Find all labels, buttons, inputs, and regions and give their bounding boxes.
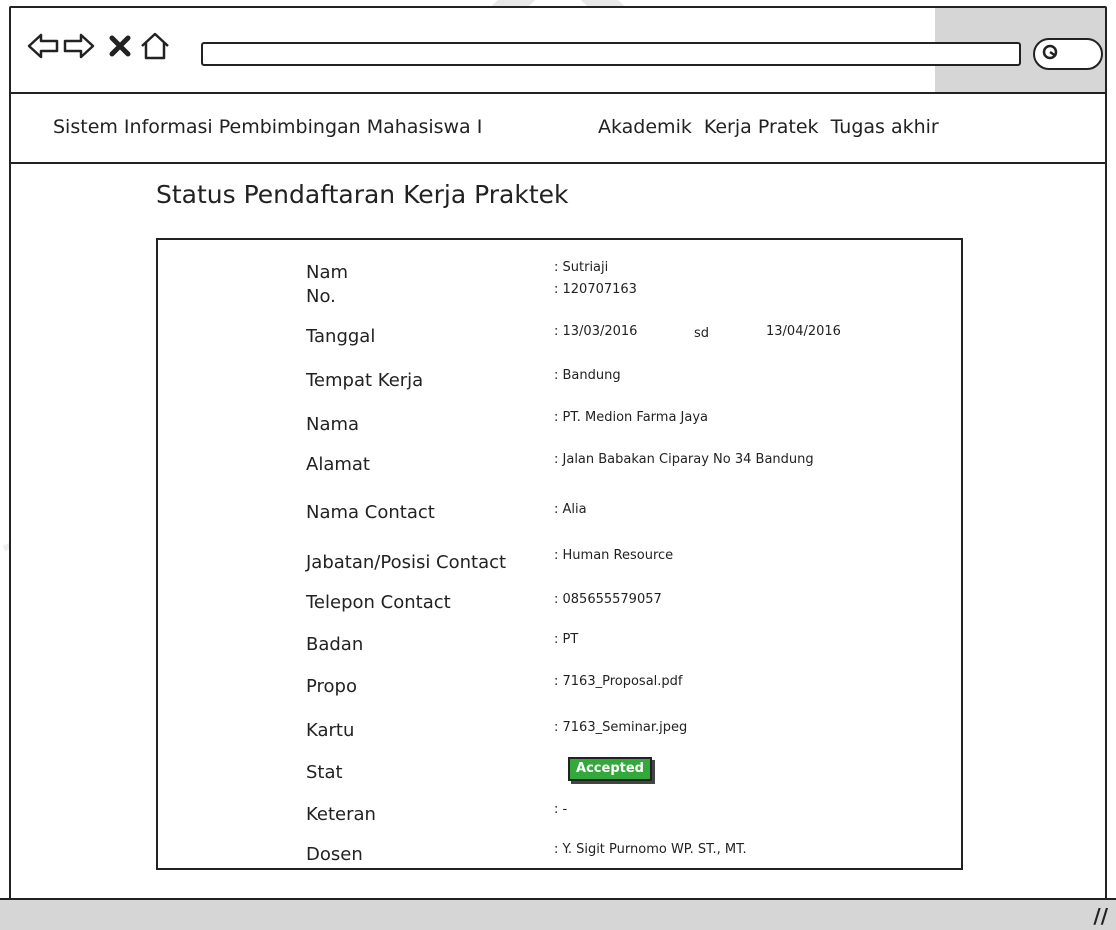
label-alamat: Alamat xyxy=(306,454,370,475)
value-no: : 120707163 xyxy=(554,282,637,297)
value-tanggal-end: 13/04/2016 xyxy=(766,324,841,339)
label-proposal: Propo xyxy=(306,676,357,697)
date-separator: sd xyxy=(694,326,710,341)
status-bar: // xyxy=(0,898,1116,930)
search-field[interactable] xyxy=(1033,38,1103,70)
value-tanggal-start: : 13/03/2016 xyxy=(554,324,638,339)
url-input[interactable] xyxy=(201,42,1021,66)
label-tanggal: Tanggal xyxy=(306,326,376,347)
menu-item-akademik[interactable]: Akademik xyxy=(598,116,692,138)
menu-item-kerja-pratek[interactable]: Kerja Pratek xyxy=(704,116,819,138)
label-telepon-contact: Telepon Contact xyxy=(306,592,451,613)
back-arrow-icon[interactable] xyxy=(27,30,59,62)
label-nama: Nam xyxy=(306,262,349,283)
resize-grip-icon[interactable]: // xyxy=(1093,904,1108,928)
search-icon xyxy=(1042,44,1058,60)
value-tempat-kerja: : Bandung xyxy=(554,368,621,383)
label-dosen: Dosen xyxy=(306,844,363,865)
value-jabatan-contact: : Human Resource xyxy=(554,548,674,563)
menu-item-tugas-akhir[interactable]: Tugas akhir xyxy=(831,116,939,138)
forward-arrow-icon[interactable] xyxy=(63,30,95,62)
label-status: Stat xyxy=(306,762,343,783)
app-header: Sistem Informasi Pembimbingan Mahasiswa … xyxy=(11,92,1105,164)
label-nama-perusahaan: Nama xyxy=(306,414,360,435)
value-alamat: : Jalan Babakan Ciparay No 34 Bandung xyxy=(554,452,814,467)
value-kartu-file[interactable]: : 7163_Seminar.jpeg xyxy=(554,720,687,735)
registration-status-panel: Nam : Sutriaji No. : 120707163 Tanggal :… xyxy=(156,238,963,870)
value-badan: : PT xyxy=(554,632,579,647)
value-nama-contact: : Alia xyxy=(554,502,587,517)
label-nama-contact: Nama Contact xyxy=(306,502,435,523)
status-badge: Accepted xyxy=(568,757,652,781)
label-kartu: Kartu xyxy=(306,720,355,741)
value-nama-perusahaan: : PT. Medion Farma Jaya xyxy=(554,410,709,425)
app-title: Sistem Informasi Pembimbingan Mahasiswa … xyxy=(53,116,483,138)
label-jabatan-contact: Jabatan/Posisi Contact xyxy=(306,552,507,573)
main-menu: Akademik Kerja Pratek Tugas akhir xyxy=(598,116,939,138)
value-dosen: : Y. Sigit Purnomo WP. ST., MT. xyxy=(554,842,747,857)
home-icon[interactable] xyxy=(139,30,171,62)
label-keterangan: Keteran xyxy=(306,804,376,825)
label-no: No. xyxy=(306,286,336,307)
close-icon[interactable] xyxy=(105,30,137,62)
label-badan: Badan xyxy=(306,634,364,655)
label-tempat-kerja: Tempat Kerja xyxy=(306,370,424,391)
value-proposal-file[interactable]: : 7163_Proposal.pdf xyxy=(554,674,683,689)
value-telepon-contact: : 085655579057 xyxy=(554,592,662,607)
browser-toolbar xyxy=(11,8,1105,94)
value-keterangan: : - xyxy=(554,802,568,817)
value-nama: : Sutriaji xyxy=(554,260,609,275)
page-title: Status Pendaftaran Kerja Praktek xyxy=(156,180,569,209)
